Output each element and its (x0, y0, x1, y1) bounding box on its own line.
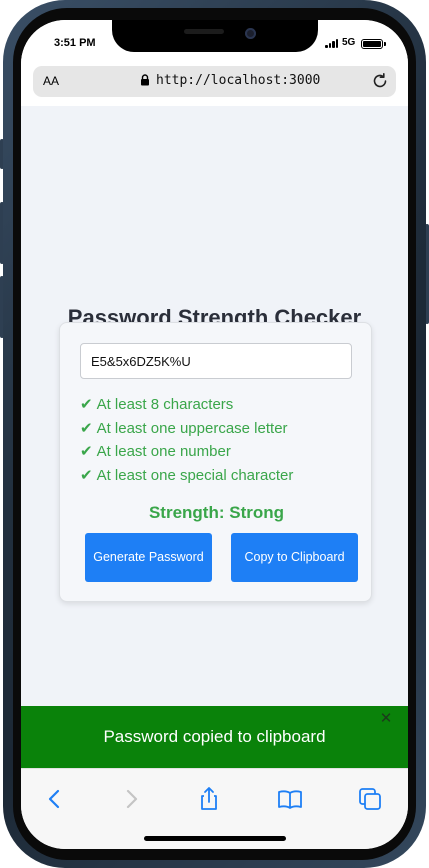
forward-icon[interactable] (118, 786, 144, 812)
criteria-item: ✔ At least one number (80, 442, 293, 466)
earpiece-speaker (184, 29, 224, 34)
criteria-label: At least one special character (96, 466, 294, 484)
back-icon[interactable] (42, 786, 68, 812)
reload-icon[interactable] (371, 72, 389, 90)
criteria-list: ✔ At least 8 characters ✔ At least one upp… (80, 395, 293, 489)
copy-to-clipboard-button[interactable]: Copy to Clipboard (231, 533, 358, 582)
criteria-label: At least one uppercase letter (96, 419, 288, 437)
check-icon: ✔ (80, 419, 93, 437)
password-card: ✔At least 8 characters ✔At least one upp… (59, 322, 372, 602)
toast-message: Password copied to clipboard (103, 727, 326, 746)
reader-options-button[interactable]: AA (43, 74, 59, 88)
phone-mockup: 3:51 PM 5G AA http://localhost:3000 Pass… (0, 0, 429, 868)
check-icon: ✔ (80, 396, 93, 413)
criteria-label: At least one number (96, 443, 231, 460)
network-type: 5G (342, 37, 356, 48)
bookmarks-icon[interactable] (277, 786, 303, 812)
phone-screen: 3:51 PM 5G AA http://localhost:3000 Pass… (21, 20, 408, 849)
criteria-item: ✔ At least one special character (80, 466, 293, 490)
home-indicator (144, 836, 286, 841)
signal-icon (325, 39, 339, 48)
status-bar: 3:51 PM 5G (21, 20, 408, 66)
criteria-item: ✔ At least 8 characters (80, 395, 293, 419)
password-input[interactable] (80, 343, 352, 379)
battery-cap (384, 42, 386, 46)
check-icon: ✔ (80, 443, 93, 460)
url-text[interactable]: http://localhost:3000 (156, 73, 320, 88)
strength-indicator: Strength: Strong (148, 503, 285, 522)
toast-notification: Password copied to clipboard ✕ (21, 706, 408, 768)
battery-icon (361, 39, 383, 49)
status-time: 3:51 PM (54, 37, 96, 49)
generate-password-button[interactable]: Generate Password (85, 533, 212, 582)
lock-icon (141, 74, 149, 86)
check-icon: ✔ (80, 466, 93, 484)
share-icon[interactable] (196, 786, 222, 812)
address-bar[interactable]: AA http://localhost:3000 (33, 66, 396, 97)
browser-toolbar (21, 768, 408, 849)
criteria-item: ✔ At least one uppercase letter (80, 419, 293, 443)
criteria-label: At least 8 characters (96, 396, 234, 413)
notch (112, 20, 318, 52)
close-icon[interactable]: ✕ (379, 711, 393, 726)
web-page: Password Strength Checker ✔At least 8 ch… (21, 106, 408, 706)
front-camera (245, 28, 256, 39)
tabs-icon[interactable] (357, 786, 383, 812)
